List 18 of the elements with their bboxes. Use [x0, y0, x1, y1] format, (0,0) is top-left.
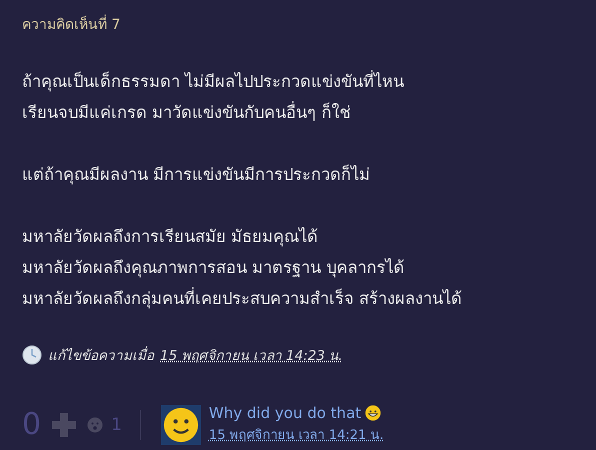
smiley-icon — [162, 406, 199, 442]
author-name[interactable]: Why did you do that — [208, 404, 362, 422]
comment-text-line: เรียนจบมีแค่เกรด มาวัดแข่งขันกับคนอื่นๆ ก็ใช่ — [22, 100, 352, 124]
vote-count: 0 — [22, 406, 42, 442]
emotion-count: 1 — [111, 414, 122, 434]
emotion-icon[interactable] — [87, 416, 104, 432]
edited-date-link[interactable]: 15 พฤศจิกายน เวลา 14:23 น. — [160, 344, 343, 366]
comment-text-line: ถ้าคุณเป็นเด็กธรรมดา ไม่มีผลไปประกวดแข่งขันที่ไหน — [22, 69, 406, 94]
post-date-link[interactable]: 15 พฤศจิกายน เวลา 14:21 น. — [208, 424, 384, 445]
comment-text-line: มหาลัยวัดผลถึงการเรียนสมัย มัธยมคุณได้ — [22, 226, 320, 248]
comment-text-line: มหาลัยวัดผลถึงคุณภาพการสอน มาตรฐาน บุคลากรได้ — [22, 257, 406, 280]
avatar[interactable] — [160, 404, 201, 444]
edited-label: แก้ไขข้อความเมื่อ — [48, 345, 154, 366]
clock-icon — [22, 345, 42, 365]
comment-text-line: มหาลัยวัดผลถึงกลุ่มคนที่เคยประสบความสำเร็จ สร้างผลงานได้ — [22, 286, 464, 310]
grin-icon — [365, 405, 382, 421]
comment-number: ความคิดเห็นที่ 7 — [22, 12, 574, 38]
comment-text-line: แต่ถ้าคุณมีผลงาน มีการแข่งขันมีการประกวดก็ไม่ — [22, 164, 372, 186]
